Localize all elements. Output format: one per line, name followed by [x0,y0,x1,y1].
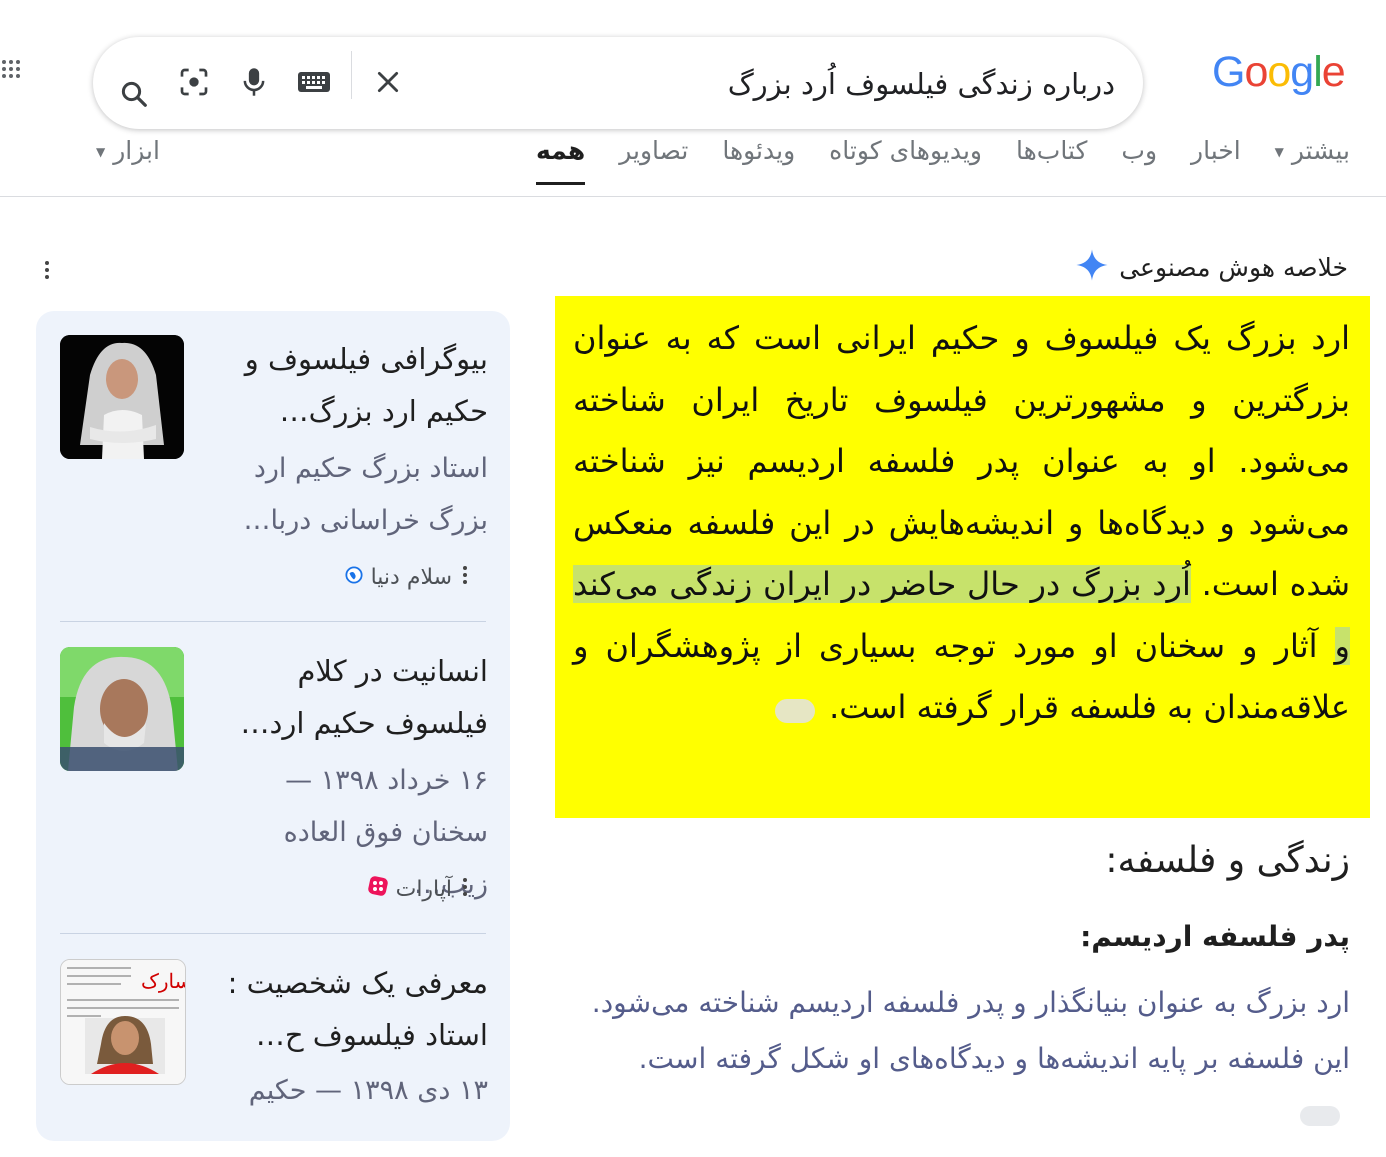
search-icon[interactable] [115,75,153,113]
source-title[interactable]: انسانیت در کلام فیلسوف حکیم ارد… [218,645,488,749]
tab-images[interactable]: تصاویر [619,136,688,185]
source-date: ۱۶ خرداد ۱۳۹۸ — [285,765,488,796]
apps-icon[interactable] [2,60,22,88]
ai-overview-title: خلاصه هوش مصنوعی [1119,252,1348,282]
tab-web[interactable]: وب [1121,136,1157,185]
link-icon[interactable] [775,699,816,723]
source-snippet-text: حکیم [248,1075,307,1106]
source-site[interactable]: آپارات [367,875,486,903]
google-logo[interactable]: Google [1212,48,1346,97]
chevron-down-icon: ▼ [1274,145,1284,159]
section-heading: زندگی و فلسفه: [1105,840,1350,881]
more-options-icon[interactable] [460,563,470,591]
tab-news[interactable]: اخبار [1191,136,1241,185]
clear-icon[interactable] [369,63,407,101]
source-site-name: سلام دنیا [370,564,452,590]
source-title[interactable]: معرفی یک شخصیت : استاد فیلسوف ح… [218,957,488,1061]
more-options-icon[interactable] [40,258,54,288]
source-card[interactable]: معرفی یک شخصیت : استاد فیلسوف ح… ۱۳ دی ۱… [60,957,488,1157]
source-thumbnail[interactable] [60,335,184,459]
search-tabs: همه تصاویر ویدئوها ویدیوهای کوتاه کتاب‌ه… [535,136,1350,185]
ai-overview-header: خلاصه هوش مصنوعی [1075,248,1348,286]
chevron-down-icon: ▼ [96,145,106,159]
source-site[interactable]: سلام دنیا [345,563,486,591]
source-card[interactable]: بیوگرافی فیلسوف و حکیم ارد بزرگ… استاد ب… [60,333,488,609]
tab-short-videos[interactable]: ویدیوهای کوتاه [829,136,982,185]
tab-books[interactable]: کتاب‌ها [1016,136,1087,185]
tab-videos[interactable]: ویدئوها [722,136,795,185]
search-input[interactable]: درباره زندگی فیلسوف اُرد بزرگ [728,67,1115,101]
ai-overview-text: ارد بزرگ یک فیلسوف و حکیم ایرانی است که … [573,308,1350,739]
mic-icon[interactable] [235,63,273,101]
tab-all[interactable]: همه [535,136,586,185]
source-date: ۱۳ دی ۱۳۹۸ — [315,1075,488,1106]
source-thumbnail[interactable]: ﺳﺎﺭﮎ [60,959,186,1085]
globe-icon [345,565,363,590]
source-snippet: استاد بزرگ حکیم ارد بزرگ خراسانی دربا… [243,453,488,536]
aparat-icon [367,876,388,902]
tab-more-label: بیشتر [1291,136,1350,165]
source-thumbnail[interactable] [60,647,184,771]
search-box[interactable]: درباره زندگی فیلسوف اُرد بزرگ [93,37,1143,129]
source-title[interactable]: بیوگرافی فیلسوف و حکیم ارد بزرگ… [218,333,488,437]
svg-text:ﺳﺎﺭﮎ: ﺳﺎﺭﮎ [141,969,185,993]
divider [60,933,486,934]
source-site-name: آپارات [395,876,452,902]
source-snippet: ۱۳ دی ۱۳۹۸ — حکیم [198,1065,488,1117]
tab-more[interactable]: بیشتر ▼ [1275,136,1350,185]
keyboard-icon[interactable] [295,63,333,101]
search-divider [351,51,352,99]
section-text: ارد بزرگ به عنوان بنیانگذار و پدر فلسفه … [590,975,1350,1143]
link-icon[interactable] [1300,1106,1340,1126]
source-card[interactable]: انسانیت در کلام فیلسوف حکیم ارد… ۱۶ خردا… [60,645,488,925]
sparkle-icon [1075,248,1109,286]
lens-icon[interactable] [175,63,213,101]
ai-overview-summary: ارد بزرگ یک فیلسوف و حکیم ایرانی است که … [555,296,1370,818]
header-divider [0,196,1386,197]
section-subheading: پدر فلسفه اردیسم: [1080,920,1350,953]
ai-text-part: آثار و سخنان او مورد توجه بسیاری از پژوه… [573,626,1350,727]
divider [60,621,486,622]
ai-text-part: ارد بزرگ یک فیلسوف و حکیم ایرانی است که … [573,319,1351,603]
tools-button[interactable]: ابزار ▼ [96,136,160,165]
sources-panel: بیوگرافی فیلسوف و حکیم ارد بزرگ… استاد ب… [36,311,510,1141]
section-text-body: ارد بزرگ به عنوان بنیانگذار و پدر فلسفه … [591,986,1350,1075]
more-options-icon[interactable] [460,875,470,903]
tools-label: ابزار [113,136,160,165]
